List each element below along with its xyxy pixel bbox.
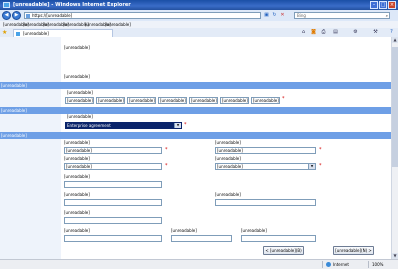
address-label: [unreadable] bbox=[64, 210, 90, 215]
section-product-info: [unreadable] bbox=[0, 82, 391, 89]
close-button[interactable]: × bbox=[388, 1, 396, 9]
required-marker: * bbox=[319, 163, 322, 169]
postal-code-label: [unreadable] bbox=[241, 228, 267, 233]
safety-menu-icon[interactable]: ⚙ bbox=[352, 29, 359, 36]
minimize-button[interactable]: – bbox=[370, 1, 378, 9]
left-column bbox=[0, 37, 61, 259]
address-bar[interactable]: https://[unreadable] bbox=[24, 12, 261, 19]
page-content: [unreadable] [unreadable] [unreadable] [… bbox=[0, 37, 398, 259]
license-program-value: Enterprise agreement bbox=[67, 123, 111, 128]
address-url: https://[unreadable] bbox=[32, 13, 73, 18]
help-icon[interactable]: ? bbox=[388, 29, 395, 36]
org-unit-input[interactable] bbox=[64, 181, 162, 188]
state-input[interactable] bbox=[171, 235, 232, 242]
zoom-level[interactable]: 100% bbox=[372, 262, 383, 267]
license-code-1[interactable]: [unreadable] bbox=[65, 97, 94, 104]
search-icon[interactable]: ⌕ bbox=[386, 13, 388, 18]
forward-arrow-icon[interactable]: ▶ bbox=[12, 11, 21, 20]
required-marker: * bbox=[319, 147, 322, 153]
scroll-thumb[interactable] bbox=[392, 47, 398, 167]
state-label: [unreadable] bbox=[171, 228, 197, 233]
license-code-5[interactable]: [unreadable] bbox=[189, 97, 218, 104]
company-label: [unreadable] bbox=[64, 156, 90, 161]
tab-current[interactable]: [unreadable] bbox=[13, 29, 113, 37]
city-label: [unreadable] bbox=[64, 228, 90, 233]
required-marker: * bbox=[184, 122, 187, 128]
status-separator bbox=[368, 261, 369, 268]
tools-menu-icon[interactable]: ⚒ bbox=[372, 29, 379, 36]
postal-code-input[interactable] bbox=[241, 235, 316, 242]
favorites-star-icon[interactable]: ★ bbox=[2, 29, 7, 36]
city-input[interactable] bbox=[64, 235, 162, 242]
license-program-select[interactable]: Enterprise agreement ▼ bbox=[65, 122, 182, 129]
required-note: [unreadable] bbox=[64, 74, 90, 79]
org-unit-label: [unreadable] bbox=[64, 174, 90, 179]
license-code-3[interactable]: [unreadable] bbox=[127, 97, 156, 104]
section-company-info-label: [unreadable] bbox=[1, 133, 27, 138]
scroll-up-icon[interactable]: ▲ bbox=[392, 37, 398, 43]
section-license-program-label: [unreadable] bbox=[1, 108, 27, 113]
page-menu-icon[interactable]: ▤ bbox=[332, 29, 339, 36]
country-value: [unreadable] bbox=[217, 164, 243, 169]
company-input[interactable]: [unreadable] bbox=[64, 163, 162, 170]
required-marker: * bbox=[282, 96, 285, 102]
lock-icon[interactable]: ▣ bbox=[263, 12, 270, 19]
vertical-scrollbar[interactable]: ▲ ▼ bbox=[391, 37, 398, 259]
last-name-input[interactable]: [unreadable] bbox=[64, 147, 162, 154]
tab-title: [unreadable] bbox=[23, 31, 49, 36]
next-button[interactable]: [unreadable](N) > bbox=[333, 246, 374, 255]
section-company-info: [unreadable] bbox=[0, 132, 391, 139]
ie-app-icon bbox=[3, 2, 10, 8]
required-marker: * bbox=[165, 163, 168, 169]
license-code-6[interactable]: [unreadable] bbox=[220, 97, 249, 104]
internet-zone-icon bbox=[326, 262, 331, 267]
feeds-icon[interactable]: ◙ bbox=[310, 29, 317, 36]
maximize-button[interactable]: □ bbox=[379, 1, 387, 9]
print-icon[interactable]: ⎙ bbox=[320, 29, 327, 36]
tab-page-icon bbox=[16, 32, 20, 36]
section-product-info-label: [unreadable] bbox=[1, 83, 27, 88]
required-marker: * bbox=[165, 147, 168, 153]
stop-icon[interactable]: ✕ bbox=[279, 12, 286, 19]
email-input[interactable] bbox=[64, 199, 162, 206]
search-input[interactable]: Bing ⌕ bbox=[294, 12, 390, 19]
phone-label: [unreadable] bbox=[215, 192, 241, 197]
license-program-label: [unreadable] bbox=[67, 114, 93, 119]
back-arrow-icon[interactable]: ◀ bbox=[2, 11, 11, 20]
address-input[interactable] bbox=[64, 217, 162, 224]
license-code-4[interactable]: [unreadable] bbox=[158, 97, 187, 104]
section-license-program: [unreadable] bbox=[0, 107, 391, 114]
chevron-down-icon[interactable]: ▼ bbox=[174, 123, 181, 128]
chevron-down-icon[interactable]: ▼ bbox=[308, 164, 315, 169]
window-controls: – □ × bbox=[370, 1, 396, 9]
email-label: [unreadable] bbox=[64, 192, 90, 197]
country-label: [unreadable] bbox=[215, 156, 241, 161]
intro-paragraph: [unreadable] bbox=[64, 45, 90, 50]
search-placeholder: Bing bbox=[297, 13, 306, 18]
page-icon bbox=[26, 14, 30, 18]
window-titlebar: [unreadable] - Windows Internet Explorer… bbox=[0, 0, 398, 10]
menu-help[interactable]: [unreadable] bbox=[105, 22, 131, 27]
country-select[interactable]: [unreadable] ▼ bbox=[215, 163, 316, 170]
license-code-7[interactable]: [unreadable] bbox=[251, 97, 280, 104]
status-separator bbox=[322, 261, 323, 268]
last-name-label: [unreadable] bbox=[64, 140, 90, 145]
refresh-icon[interactable]: ↻ bbox=[271, 12, 278, 19]
window-title: [unreadable] - Windows Internet Explorer bbox=[13, 2, 131, 8]
home-icon[interactable]: ⌂ bbox=[300, 29, 307, 36]
first-name-label: [unreadable] bbox=[215, 140, 241, 145]
back-button[interactable]: < [unreadable](B) bbox=[263, 246, 304, 255]
first-name-input[interactable]: [unreadable] bbox=[215, 147, 316, 154]
license-code-label: [unreadable] bbox=[67, 90, 93, 95]
license-code-2[interactable]: [unreadable] bbox=[96, 97, 125, 104]
phone-input[interactable] bbox=[215, 199, 316, 206]
security-zone[interactable]: Internet bbox=[333, 262, 349, 267]
